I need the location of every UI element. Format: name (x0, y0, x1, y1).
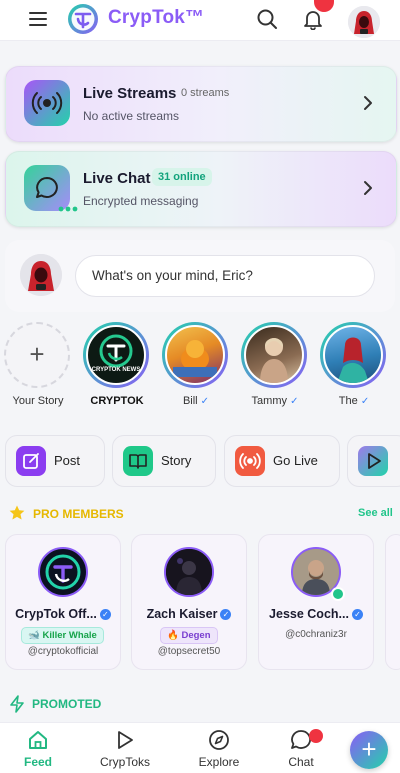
add-story-ring: + (4, 322, 70, 388)
go-live-label: Go Live (273, 453, 318, 468)
live-chat-title: Live Chat (83, 170, 151, 187)
broadcast-icon (24, 80, 70, 126)
lightning-icon (9, 695, 25, 713)
post-button[interactable]: Post (5, 435, 105, 487)
chat-notification-dot (309, 729, 323, 743)
story-ring: CRYPTOK NEWS (83, 322, 149, 388)
member-name: CrypTok Off... ✓ (6, 607, 120, 621)
story-label: Your Story (12, 395, 64, 407)
post-label: Post (54, 453, 81, 468)
live-chat-card[interactable]: Live Chat 31 online Encrypted messaging (5, 151, 397, 227)
post-composer: What's on your mind, Eric? (5, 240, 395, 312)
story-the[interactable]: The ✓ (318, 322, 390, 412)
story-thumbnail (165, 325, 225, 385)
bottom-nav: Feed CrypToks Explore Chat (0, 722, 400, 773)
nav-label: CrypToks (99, 755, 150, 769)
plus-icon: + (29, 339, 45, 369)
member-handle: @topsecret50 (157, 646, 221, 657)
online-status-dot (331, 587, 345, 601)
verified-check-icon: ✓ (200, 396, 210, 407)
book-icon (123, 446, 153, 476)
search-icon[interactable] (256, 8, 278, 30)
live-streams-card[interactable]: Live Streams 0 streams No active streams (5, 66, 397, 142)
nav-label: Feed (23, 755, 52, 769)
verified-check-icon: ✓ (360, 396, 370, 407)
home-icon (27, 729, 49, 751)
member-avatar (38, 547, 88, 597)
plus-icon: + (361, 734, 377, 764)
chat-bubble-icon (24, 165, 70, 211)
verified-badge-icon: ✓ (351, 609, 363, 620)
create-fab-button[interactable]: + (350, 731, 388, 769)
menu-icon[interactable] (28, 10, 48, 28)
play-icon (114, 729, 136, 751)
cryptoks-action-button[interactable] (347, 435, 400, 487)
nav-label: Explore (198, 755, 240, 769)
streams-count: 0 streams (181, 87, 230, 99)
verified-badge-icon: ✓ (220, 609, 232, 620)
story-thumbnail (323, 325, 383, 385)
whats-on-your-mind-input[interactable]: What's on your mind, Eric? (75, 255, 375, 297)
story-ring (320, 322, 386, 388)
verified-check-icon: ✓ (290, 396, 299, 407)
play-icon (358, 446, 388, 476)
story-label: The ✓ (338, 395, 370, 407)
cryptok-news-logo-icon: CRYPTOK NEWS (86, 325, 146, 385)
degen-badge: 🔥 Degen (160, 627, 218, 644)
member-name: Jesse Coch... ✓ (259, 607, 373, 621)
nav-feed[interactable]: Feed (3, 729, 73, 773)
live-streams-subtitle: No active streams (83, 109, 180, 123)
online-count-badge: 31 online (152, 168, 212, 186)
see-all-link[interactable]: See all (358, 507, 393, 519)
story-tammy[interactable]: Tammy ✓ (239, 322, 311, 412)
story-thumbnail (244, 325, 304, 385)
nav-label: Chat (288, 755, 314, 769)
live-streams-title: Live Streams (83, 85, 177, 102)
pro-member-card[interactable]: CrypTok Off... ✓ 🐋 Killer Whale @cryptoko… (5, 534, 121, 670)
cryptok-news-logo-text: CRYPTOK NEWS (91, 367, 141, 373)
member-avatar (164, 547, 214, 597)
broadcast-icon (235, 446, 265, 476)
pro-member-card[interactable]: Jesse Coch... ✓ @c0chraniz3r (258, 534, 374, 670)
pro-member-card[interactable]: Zach Kaiser ✓ 🔥 Degen @topsecret50 (131, 534, 247, 670)
edit-icon (16, 446, 46, 476)
chevron-right-icon (362, 180, 374, 196)
app-name: CrypTok™ (108, 7, 205, 28)
story-cryptok[interactable]: CRYPTOK NEWS CRYPTOK (81, 322, 153, 412)
chevron-right-icon (362, 95, 374, 111)
compass-icon (208, 729, 230, 751)
profile-avatar[interactable] (346, 4, 382, 40)
cryptok-logo-icon[interactable] (66, 2, 100, 36)
typing-indicator-icon (58, 206, 78, 212)
nav-chat[interactable]: Chat (266, 729, 336, 773)
member-name: Zach Kaiser ✓ (132, 607, 246, 621)
composer-placeholder: What's on your mind, Eric? (92, 268, 253, 283)
story-your-story[interactable]: + Your Story (2, 322, 74, 412)
pro-member-card-partial[interactable] (385, 534, 400, 670)
story-label: Bill ✓ (182, 395, 210, 407)
story-label: Tammy ✓ (251, 395, 299, 407)
story-label: Story (161, 453, 192, 468)
go-live-button[interactable]: Go Live (224, 435, 340, 487)
live-chat-subtitle: Encrypted messaging (83, 194, 199, 208)
nav-cryptoks[interactable]: CrypToks (90, 729, 160, 773)
promoted-title: PROMOTED (32, 697, 102, 711)
story-label: CRYPTOK (90, 395, 144, 407)
story-ring (241, 322, 307, 388)
member-handle: @cryptokofficial (27, 646, 99, 657)
star-icon (8, 504, 26, 522)
story-bill[interactable]: Bill ✓ (160, 322, 232, 412)
story-ring (162, 322, 228, 388)
verified-badge-icon: ✓ (99, 609, 111, 620)
user-avatar[interactable] (20, 254, 62, 296)
pro-members-title: PRO MEMBERS (33, 507, 124, 521)
nav-explore[interactable]: Explore (184, 729, 254, 773)
member-handle: @c0chraniz3r (285, 629, 347, 640)
story-button[interactable]: Story (112, 435, 216, 487)
killer-whale-badge: 🐋 Killer Whale (21, 627, 104, 644)
